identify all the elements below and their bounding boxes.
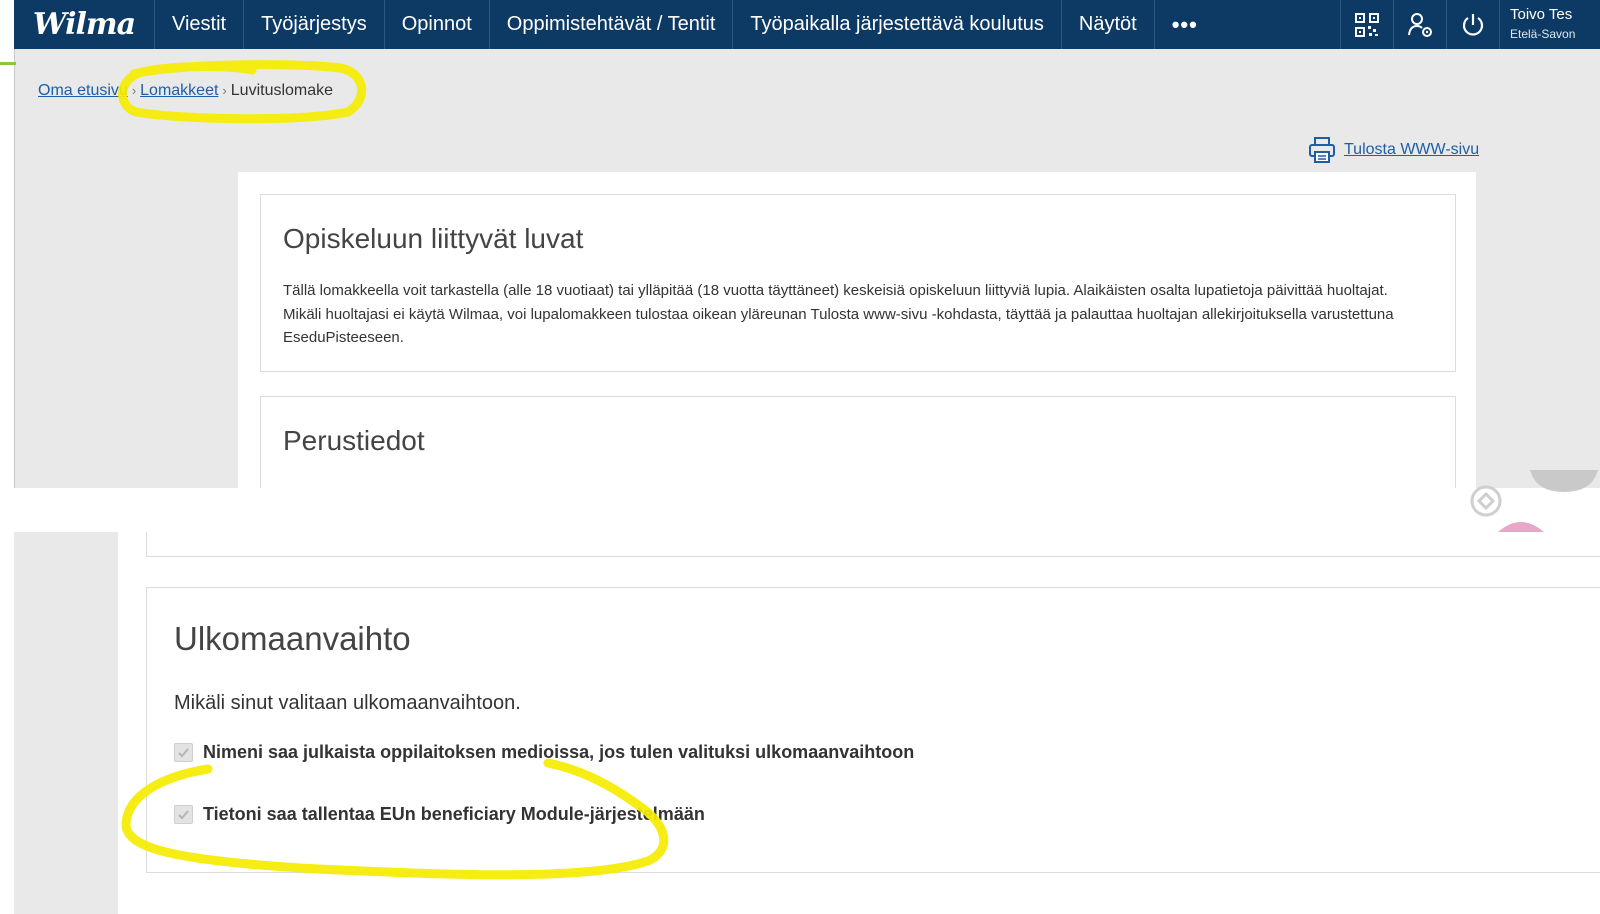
qr-code-icon[interactable] (1340, 0, 1393, 49)
intro-title: Opiskeluun liittyvät luvat (283, 223, 584, 254)
nav-item-viestit[interactable]: Viestit (154, 0, 243, 49)
user-settings-icon[interactable] (1393, 0, 1446, 49)
printer-icon (1309, 137, 1335, 163)
eu-module-consent-label: Tietoni saa tallentaa EUn beneficiary Mo… (203, 804, 705, 824)
intro-text: Tällä lomakkeella voit tarkastella (alle… (283, 282, 1394, 346)
media-consent-label: Nimeni saa julkaista oppilaitoksen medio… (203, 742, 915, 762)
checkmark-icon (178, 748, 189, 758)
exchange-title: Ulkomaanvaihto (174, 620, 411, 657)
nav-item-opinnot[interactable]: Opinnot (383, 0, 489, 49)
accent-mark (0, 62, 16, 65)
basic-info-card: Perustiedot (260, 396, 1456, 488)
eu-module-consent-checkbox[interactable] (174, 805, 193, 824)
nav-more-button[interactable]: ••• (1153, 0, 1215, 49)
user-organization: Etelä-Savon (1510, 27, 1576, 41)
breadcrumb-current: Luvituslomake (230, 82, 334, 99)
power-icon[interactable] (1446, 0, 1499, 49)
user-name: Toivo Tes (1510, 6, 1573, 23)
top-screenshot: Wilma Viestit Työjärjestys Opinnot Oppim… (0, 0, 1600, 488)
exchange-card: Ulkomaanvaihto Mikäli sinut valitaan ulk… (146, 587, 1600, 873)
media-consent-checkbox[interactable] (174, 743, 193, 762)
nav-item-tyopaikalla[interactable]: Työpaikalla järjestettävä koulutus (732, 0, 1061, 49)
main-navbar: Wilma Viestit Työjärjestys Opinnot Oppim… (14, 0, 1600, 49)
intro-card: Opiskeluun liittyvät luvat Tällä lomakke… (260, 194, 1456, 372)
nav-item-naytot[interactable]: Näytöt (1060, 0, 1154, 49)
exchange-description: Mikäli sinut valitaan ulkomaanvaihtoon. (174, 692, 521, 714)
user-menu[interactable]: Toivo Tes Etelä-Savon (1499, 0, 1600, 49)
breadcrumb: Oma etusivu › Lomakkeet › Luvituslomake (38, 82, 334, 99)
bottom-screenshot: Ulkomaanvaihto Mikäli sinut valitaan ulk… (0, 532, 1600, 914)
nav-item-tyojarjestys[interactable]: Työjärjestys (243, 0, 384, 49)
form-sheet: Opiskeluun liittyvät luvat Tällä lomakke… (238, 172, 1476, 488)
checkmark-icon (178, 810, 189, 820)
left-window-edge (0, 0, 15, 488)
wilma-logo[interactable]: Wilma (14, 0, 154, 49)
nav-item-oppimistehtavat[interactable]: Oppimistehtävät / Tentit (488, 0, 733, 49)
breadcrumb-home-link[interactable]: Oma etusivu (38, 82, 128, 99)
basic-info-title: Perustiedot (283, 425, 425, 456)
print-page-label: Tulosta WWW-sivu (1344, 141, 1480, 158)
breadcrumb-forms-link[interactable]: Lomakkeet (140, 82, 218, 99)
exchange-option-eu-module: Tietoni saa tallentaa EUn beneficiary Mo… (174, 804, 705, 825)
print-page-link[interactable]: Tulosta WWW-sivu (1308, 136, 1479, 164)
exchange-option-media: Nimeni saa julkaista oppilaitoksen medio… (174, 742, 914, 763)
previous-card-edge (146, 532, 1600, 557)
